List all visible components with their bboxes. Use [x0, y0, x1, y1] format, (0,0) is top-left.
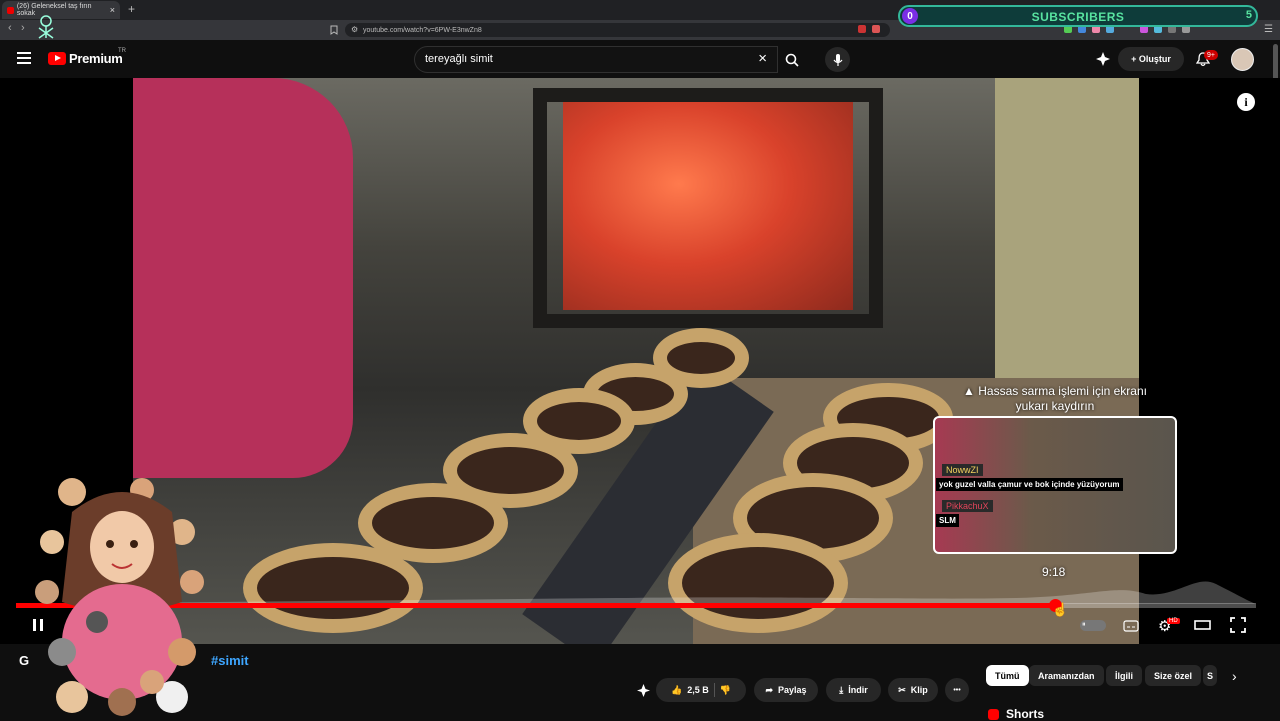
streamer-avatar-overlay	[35, 478, 204, 716]
premium-feature-icon[interactable]	[636, 683, 651, 698]
hd-badge: HD	[1167, 618, 1180, 624]
theater-mode-icon[interactable]	[1194, 619, 1211, 631]
like-dislike-group: 👍 2,5 B 👎	[656, 678, 746, 702]
notification-count-badge: 9+	[1204, 50, 1218, 60]
chip-for-you[interactable]: Size özel	[1145, 665, 1202, 686]
like-button[interactable]: 👍 2,5 B	[671, 685, 709, 696]
search-icon	[785, 53, 799, 67]
brand-label[interactable]: Premium	[69, 51, 123, 66]
shorts-icon	[988, 709, 999, 720]
oven-mouth	[533, 88, 883, 328]
site-info-icon[interactable]: ⚙	[351, 25, 358, 34]
tiled-wall	[995, 78, 1139, 398]
hamburger-menu-icon[interactable]	[17, 52, 31, 64]
share-icon: ➦	[765, 684, 773, 695]
tab-title: (26) Geleneksel taş fırın sokak	[16, 3, 92, 17]
download-icon: ⤓	[839, 684, 844, 695]
mouse-cursor-icon: ☝	[1052, 602, 1069, 617]
search-box[interactable]: tereyağlı simit ×	[414, 46, 778, 73]
thumbs-up-icon: 👍	[671, 684, 683, 695]
premium-badge-icon[interactable]	[1095, 51, 1111, 67]
chips-next-icon[interactable]: ›	[1232, 668, 1237, 684]
chat-username: PikkachuX	[942, 500, 993, 512]
download-label: İndir	[848, 685, 868, 695]
chat-username: NowwZI	[942, 464, 983, 476]
url-field[interactable]: ⚙ youtube.com/watch?v=6PW-E3nwZn8	[345, 23, 890, 37]
youtube-logo-icon[interactable]	[48, 52, 66, 65]
url-text: youtube.com/watch?v=6PW-E3nwZn8	[363, 26, 482, 34]
new-tab-button[interactable]: +	[128, 2, 135, 16]
video-title: G	[19, 653, 30, 668]
chip-all[interactable]: Tümü	[986, 665, 1029, 686]
extension-shield-icon[interactable]	[858, 25, 866, 33]
chip-more[interactable]: S	[1203, 665, 1217, 686]
shorts-section-title: Shorts	[1006, 707, 1045, 721]
browser-menu-icon[interactable]: ☰	[1264, 24, 1273, 35]
account-avatar[interactable]	[1231, 48, 1254, 71]
info-icon[interactable]: i	[1237, 93, 1255, 111]
share-button[interactable]: ➦ Paylaş	[754, 678, 818, 702]
chip-from-search[interactable]: Aramanızdan	[1029, 665, 1104, 686]
subscriber-label: SUBSCRIBERS	[1031, 10, 1125, 24]
baker-figure	[133, 78, 353, 478]
search-input[interactable]: tereyağlı simit	[425, 53, 493, 65]
chat-message: yok guzel valla çamur ve bok içinde yüzü…	[936, 478, 1123, 491]
browser-tab[interactable]: (26) Geleneksel taş fırın sokak ×	[2, 1, 120, 19]
chat-message: SLM	[936, 514, 959, 527]
voice-search-button[interactable]	[825, 47, 850, 72]
scroll-hint-text: Hassas sarma işlemi için ekranı yukarı k…	[978, 384, 1147, 413]
thumbs-down-icon[interactable]: 👎	[720, 685, 731, 696]
like-count: 2,5 B	[687, 685, 709, 695]
search-clear-icon[interactable]: ×	[758, 50, 767, 67]
subscriber-count-end: 5	[1245, 9, 1252, 21]
more-actions-button[interactable]: •••	[945, 678, 969, 702]
fullscreen-icon[interactable]	[1230, 617, 1246, 633]
region-label: TR	[118, 48, 126, 54]
autoplay-toggle[interactable]: ⏸	[1080, 620, 1106, 631]
autoplay-pause-icon: ⏸	[1082, 621, 1086, 628]
forward-icon[interactable]: ›	[21, 22, 25, 34]
scissors-icon: ✂	[898, 684, 906, 695]
like-divider	[713, 683, 715, 697]
subscriber-counter-overlay: 0 SUBSCRIBERS 5	[898, 5, 1258, 27]
mascot-icon	[38, 15, 54, 39]
video-hashtag-link[interactable]: #simit	[211, 653, 249, 668]
clip-label: Klip	[910, 685, 928, 695]
tab-close-icon[interactable]: ×	[110, 5, 115, 15]
youtube-favicon-icon	[7, 6, 14, 14]
clip-button[interactable]: ✂ Klip	[888, 678, 938, 702]
subtitles-icon[interactable]	[1123, 620, 1139, 632]
chip-related[interactable]: İlgili	[1106, 665, 1142, 686]
bookmark-icon[interactable]	[330, 25, 338, 35]
microphone-icon	[833, 53, 842, 66]
search-button[interactable]	[777, 46, 807, 73]
scroll-hint: ▲ Hassas sarma işlemi için ekranı yukarı…	[963, 384, 1147, 413]
extension-alert-icon[interactable]	[872, 25, 880, 33]
create-button[interactable]: + Oluştur	[1118, 47, 1184, 71]
video-frame[interactable]	[133, 78, 1139, 644]
back-icon[interactable]: ‹	[8, 22, 12, 34]
download-button[interactable]: ⤓ İndir	[826, 678, 881, 702]
share-label: Paylaş	[778, 685, 807, 695]
